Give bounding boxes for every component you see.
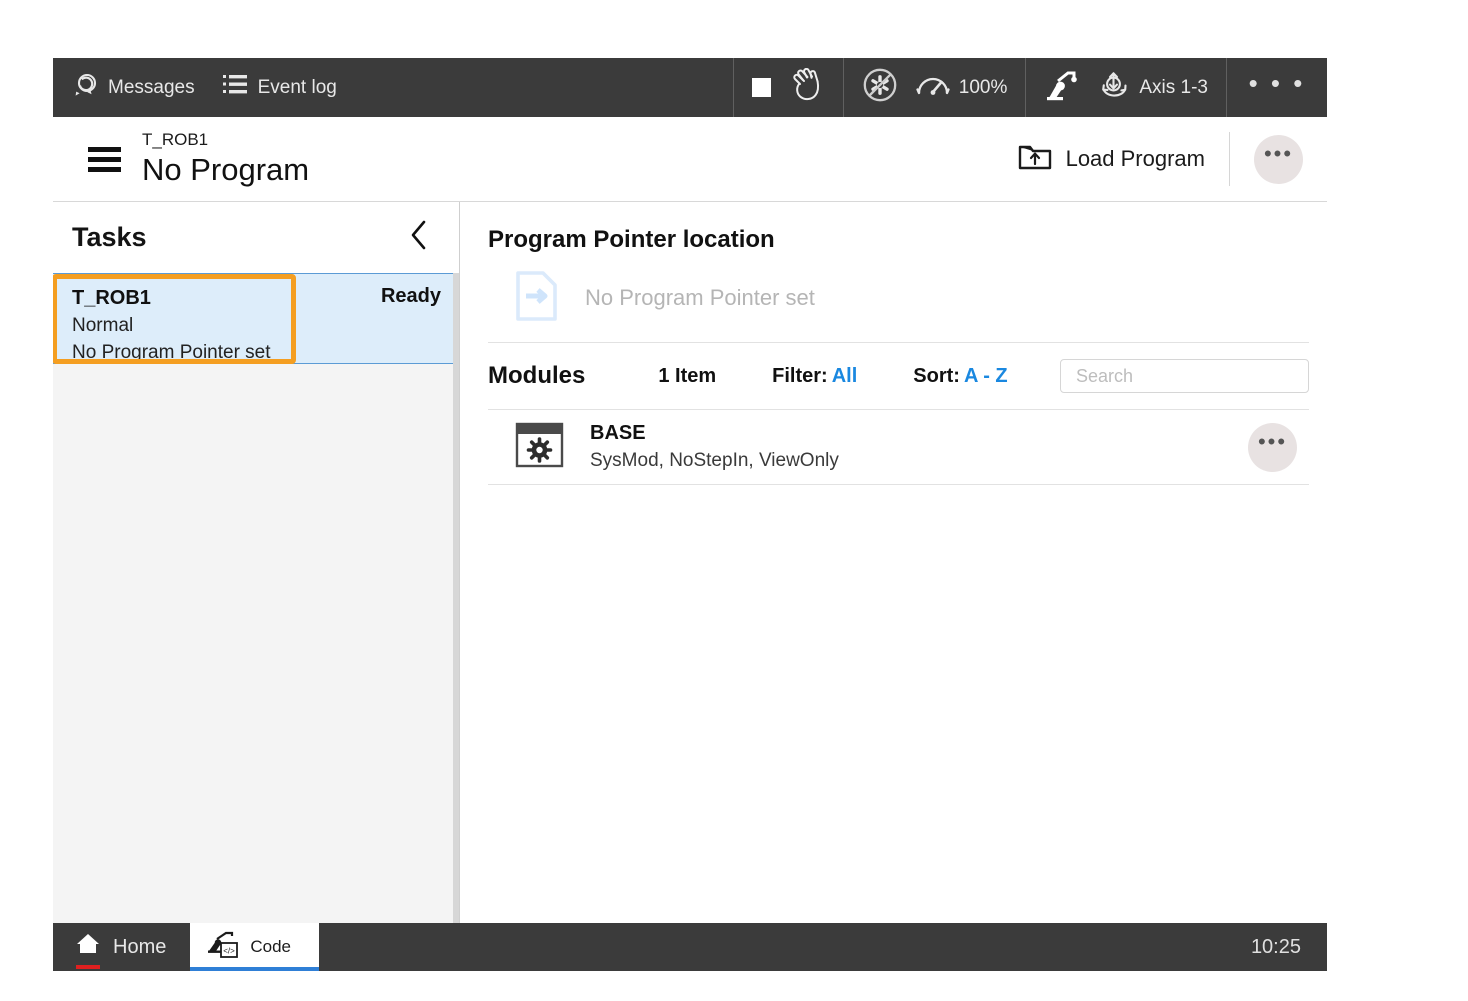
load-program-label: Load Program: [1066, 146, 1205, 172]
module-info: BASE SysMod, NoStepIn, ViewOnly: [590, 420, 839, 474]
robot-arm-icon: [1044, 69, 1080, 107]
program-pointer-empty-text: No Program Pointer set: [585, 285, 815, 311]
messages-icon: [71, 73, 97, 103]
header-divider: [1229, 132, 1230, 186]
filter-label: Filter:: [772, 365, 828, 388]
axis-jog-button[interactable]: Axis 1-3: [1098, 69, 1208, 107]
status-bar: Messages Event log: [53, 58, 1327, 117]
taskbar: Home </> Code 10:25: [53, 923, 1327, 971]
search-input[interactable]: [1074, 365, 1295, 388]
stop-icon: [752, 78, 771, 97]
task-mode: Normal: [72, 312, 441, 339]
filter-value[interactable]: All: [832, 365, 858, 388]
axis-label: Axis 1-3: [1139, 77, 1208, 99]
module-icon: [515, 422, 564, 473]
code-icon: </>: [206, 930, 240, 965]
menu-icon[interactable]: [72, 147, 136, 172]
header-actions: Load Program •••: [1018, 117, 1327, 201]
module-overflow-button[interactable]: •••: [1248, 423, 1297, 472]
manual-mode-button[interactable]: [789, 68, 825, 108]
modules-header: Modules 1 Item Filter: All Sort: A - Z: [488, 343, 1309, 409]
task-pointer-status: No Program Pointer set: [72, 339, 441, 366]
modules-title: Modules: [488, 362, 585, 390]
motors-off-button[interactable]: [862, 67, 898, 109]
menu-bar-3: [88, 167, 121, 172]
chevron-left-icon: [408, 219, 430, 256]
menu-bar-1: [88, 147, 121, 152]
hand-icon: [789, 68, 825, 108]
motors-speed-group: 100%: [843, 58, 1026, 117]
tasks-list: T_ROB1 Normal No Program Pointer set Rea…: [53, 273, 459, 923]
header-title-block: T_ROB1 No Program: [142, 130, 309, 188]
statusbar-overflow-button[interactable]: • • •: [1227, 58, 1327, 117]
speed-button[interactable]: 100%: [916, 71, 1008, 105]
home-icon: [75, 932, 101, 962]
module-row-base[interactable]: BASE SysMod, NoStepIn, ViewOnly •••: [488, 409, 1309, 485]
modules-item-count: 1 Item: [658, 365, 716, 388]
taskbar-tab-code-label: Code: [250, 937, 291, 957]
folder-upload-icon: [1018, 141, 1052, 177]
event-log-label: Event log: [258, 77, 337, 99]
app-body: Tasks T_ROB1 Normal No Program Pointer s…: [53, 202, 1327, 923]
taskbar-tab-home-label: Home: [113, 936, 166, 959]
operation-mode-group: [733, 58, 843, 117]
program-pointer-empty-row: No Program Pointer set: [488, 254, 1309, 343]
load-program-button[interactable]: Load Program: [1018, 141, 1229, 177]
event-log-button[interactable]: Event log: [223, 58, 337, 117]
sort-value[interactable]: A - Z: [964, 365, 1008, 388]
module-name: BASE: [590, 420, 839, 447]
home-active-underline: [76, 965, 100, 969]
stop-button[interactable]: [752, 78, 771, 97]
collapse-sidebar-button[interactable]: [399, 218, 439, 258]
module-overflow-label: •••: [1258, 438, 1287, 456]
taskbar-tab-code[interactable]: </> Code: [190, 923, 319, 971]
svg-text:</>: </>: [224, 946, 236, 955]
tasks-sidebar-header: Tasks: [53, 202, 459, 273]
robot-button[interactable]: [1044, 69, 1080, 107]
tasks-title: Tasks: [72, 222, 147, 253]
program-pointer-icon: [515, 271, 558, 326]
speed-gauge-icon: [916, 71, 950, 105]
messages-button[interactable]: Messages: [71, 58, 195, 117]
search-box[interactable]: [1060, 359, 1309, 393]
header-overflow-label: •••: [1264, 150, 1293, 168]
main-content: Program Pointer location No Program Poin…: [460, 202, 1327, 923]
speed-value: 100%: [959, 77, 1008, 99]
app-header: T_ROB1 No Program Load Program •••: [53, 117, 1327, 202]
motors-off-icon: [862, 67, 898, 109]
header-overflow-button[interactable]: •••: [1254, 135, 1303, 184]
axis-jog-icon: [1098, 69, 1130, 107]
header-task-name: T_ROB1: [142, 130, 309, 150]
sort-label: Sort:: [913, 365, 960, 388]
module-attributes: SysMod, NoStepIn, ViewOnly: [590, 447, 839, 474]
task-state-badge: Ready: [381, 285, 441, 308]
taskbar-tab-home[interactable]: Home: [53, 923, 190, 971]
tasks-sidebar: Tasks T_ROB1 Normal No Program Pointer s…: [53, 202, 460, 923]
event-log-icon: [223, 74, 247, 101]
robot-axis-group: Axis 1-3: [1025, 58, 1227, 117]
messages-label: Messages: [108, 77, 195, 99]
sidebar-scrollbar[interactable]: [453, 273, 459, 923]
taskbar-clock: 10:25: [1251, 923, 1327, 971]
page-title: No Program: [142, 152, 309, 188]
status-bar-left: Messages Event log: [53, 58, 733, 117]
menu-bar-2: [88, 157, 121, 162]
module-overflow-container: •••: [1248, 423, 1297, 472]
application-window: Messages Event log: [53, 58, 1327, 971]
program-pointer-section-title: Program Pointer location: [488, 226, 1309, 254]
task-row-t-rob1[interactable]: T_ROB1 Normal No Program Pointer set Rea…: [53, 273, 459, 364]
